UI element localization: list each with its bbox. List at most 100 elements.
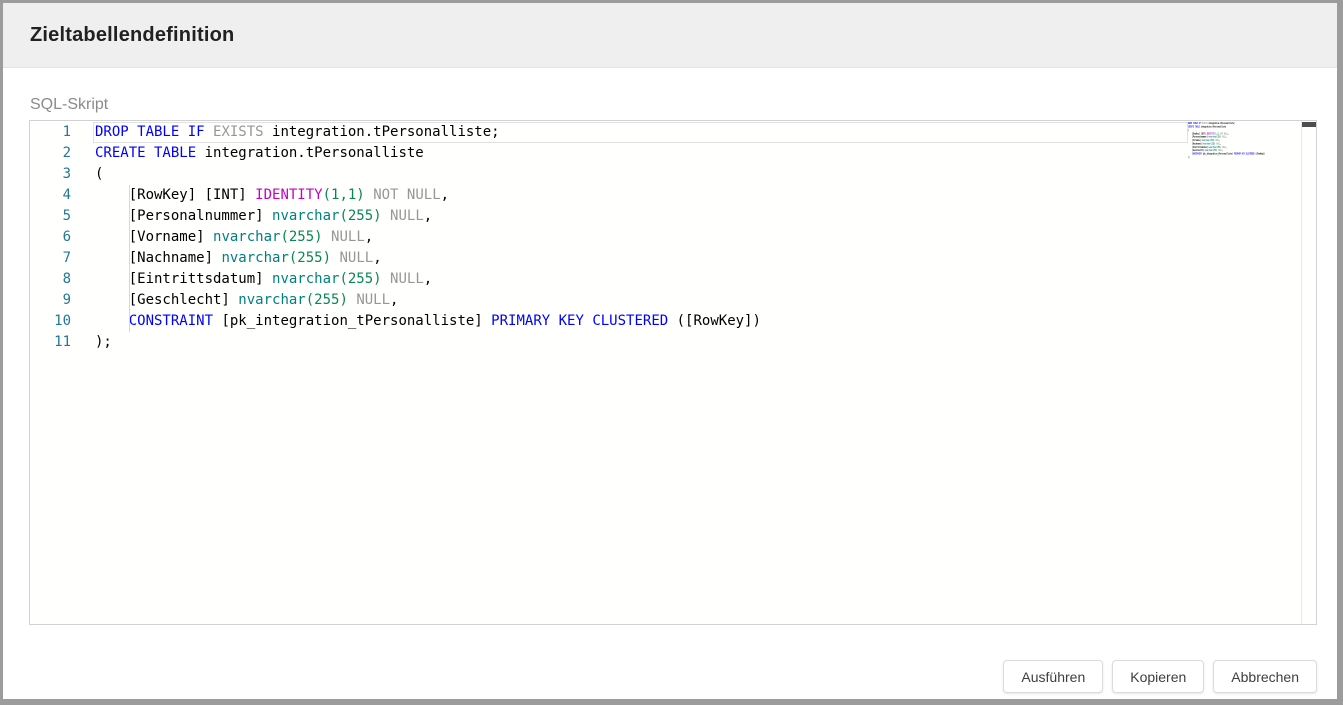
code-token: , — [1226, 136, 1227, 139]
dialog-header: Zieltabellendefinition — [3, 3, 1337, 68]
code-token: ); — [95, 334, 112, 350]
code-token: nvarchar — [221, 250, 288, 266]
code-line[interactable]: ( — [95, 164, 761, 185]
code-token: [Nachname] — [95, 250, 221, 266]
code-token: nvarchar — [272, 208, 339, 224]
line-number: 5 — [30, 206, 71, 227]
code-token: NOT NULL — [1220, 132, 1228, 135]
line-number: 3 — [30, 164, 71, 185]
vertical-scrollbar[interactable] — [1302, 121, 1316, 624]
dialog-title: Zieltabellendefinition — [30, 24, 234, 47]
code-token: CONSTRAINT — [129, 313, 213, 329]
code-token: NOT NULL — [373, 187, 440, 203]
line-number: 1 — [30, 122, 71, 143]
execute-button[interactable]: Ausführen — [1003, 660, 1103, 693]
line-number-gutter: 1234567891011 — [30, 122, 71, 353]
minimap[interactable]: DROP TABLE IF EXISTS integration.tPerson… — [1188, 122, 1300, 623]
code-token: integration.tPersonalliste; — [1208, 122, 1235, 125]
code-line[interactable]: [RowKey] [INT] IDENTITY(1,1) NOT NULL, — [95, 185, 761, 206]
code-token: , — [1226, 146, 1227, 149]
code-token: integration.tPersonalliste — [1200, 126, 1226, 129]
code-token — [323, 229, 331, 245]
code-token: NULL — [390, 271, 424, 287]
code-token: [Vorname] — [95, 229, 213, 245]
code-line[interactable]: [Nachname] nvarchar(255) NULL, — [95, 248, 761, 269]
code-token: nvarchar — [1203, 142, 1211, 145]
overview-ruler-cursor-marker — [1302, 122, 1316, 127]
code-token: ([RowKey]) — [1254, 153, 1265, 156]
indent-guide — [129, 185, 130, 332]
code-line[interactable]: CREATE TABLE integration.tPersonalliste — [95, 143, 761, 164]
code-token: , — [365, 229, 373, 245]
code-token — [382, 271, 390, 287]
code-token: ); — [1188, 156, 1190, 159]
code-token: [Personalnummer] — [95, 208, 272, 224]
code-token: (1,1) — [323, 187, 365, 203]
code-token: , — [1219, 139, 1220, 142]
line-number: 9 — [30, 290, 71, 311]
code-line[interactable]: ); — [95, 332, 761, 353]
code-token: nvarchar — [272, 271, 339, 287]
code-line[interactable]: [Personalnummer] nvarchar(255) NULL, — [95, 206, 761, 227]
code-token: , — [1222, 149, 1223, 152]
code-line[interactable]: [Vorname] nvarchar(255) NULL, — [95, 227, 761, 248]
code-token: PRIMARY KEY CLUSTERED — [491, 313, 668, 329]
code-line[interactable]: [Eintrittsdatum] nvarchar(255) NULL, — [95, 269, 761, 290]
code-token: [pk_integration_tPersonalliste] — [1202, 153, 1234, 156]
code-token: CONSTRAINT — [1192, 153, 1202, 156]
code-token: NULL — [356, 292, 390, 308]
dialog-actions: Ausführen Kopieren Abbrechen — [1003, 660, 1317, 693]
code-token: , — [1228, 132, 1229, 135]
code-token: nvarchar — [1205, 149, 1213, 152]
code-token — [95, 313, 129, 329]
code-token: [Eintrittsdatum] — [95, 271, 272, 287]
cancel-button[interactable]: Abbrechen — [1213, 660, 1317, 693]
code-line[interactable]: ); — [1188, 156, 1201, 159]
code-token: nvarchar — [1209, 146, 1217, 149]
code-token: CREATE TABLE — [1188, 126, 1200, 129]
code-token: , — [424, 271, 432, 287]
code-token: integration.tPersonalliste — [196, 145, 424, 161]
code-token — [365, 187, 373, 203]
code-token: integration.tPersonalliste; — [264, 124, 500, 140]
code-token: nvarchar — [1209, 136, 1217, 139]
code-line[interactable]: DROP TABLE IF EXISTS integration.tPerson… — [95, 122, 761, 143]
code-line[interactable]: CREATE TABLE integration.tPersonalliste — [1188, 125, 1201, 128]
code-token: nvarchar — [1202, 139, 1210, 142]
code-token: (255) — [306, 292, 348, 308]
line-number: 11 — [30, 332, 71, 353]
code-token — [382, 208, 390, 224]
code-token: [pk_integration_tPersonalliste] — [213, 313, 491, 329]
code-token: EXISTS — [213, 124, 264, 140]
code-token: (255) — [280, 229, 322, 245]
code-token: [Geschlecht] — [95, 292, 238, 308]
copy-button[interactable]: Kopieren — [1112, 660, 1204, 693]
code-token: nvarchar — [238, 292, 305, 308]
code-token: NULL — [339, 250, 373, 266]
line-number: 6 — [30, 227, 71, 248]
code-token: ([RowKey]) — [668, 313, 761, 329]
code-token: IDENTITY — [255, 187, 322, 203]
code-line[interactable]: [Geschlecht] nvarchar(255) NULL, — [95, 290, 761, 311]
code-token: (255) — [289, 250, 331, 266]
code-content[interactable]: DROP TABLE IF EXISTS integration.tPerson… — [95, 122, 761, 353]
code-token: , — [1220, 142, 1221, 145]
line-number: 10 — [30, 311, 71, 332]
code-token: NULL — [331, 229, 365, 245]
code-token: DROP TABLE IF — [95, 124, 213, 140]
sql-script-label: SQL-Skript — [30, 96, 1337, 114]
code-line[interactable]: CONSTRAINT [pk_integration_tPersonallist… — [95, 311, 761, 332]
code-token: , — [441, 187, 449, 203]
code-token: (255) — [339, 208, 381, 224]
line-number: 8 — [30, 269, 71, 290]
line-number: 2 — [30, 143, 71, 164]
code-token: [RowKey] [INT] — [95, 187, 255, 203]
code-token: ( — [95, 166, 103, 182]
code-token: , — [390, 292, 398, 308]
code-token: (255) — [339, 271, 381, 287]
sql-code-editor[interactable]: 1234567891011 DROP TABLE IF EXISTS integ… — [29, 120, 1317, 625]
code-token: IDENTITY — [1207, 132, 1215, 135]
minimap-content: DROP TABLE IF EXISTS integration.tPerson… — [1188, 122, 1201, 159]
line-number: 7 — [30, 248, 71, 269]
code-token: PRIMARY KEY CLUSTERED — [1234, 153, 1255, 156]
